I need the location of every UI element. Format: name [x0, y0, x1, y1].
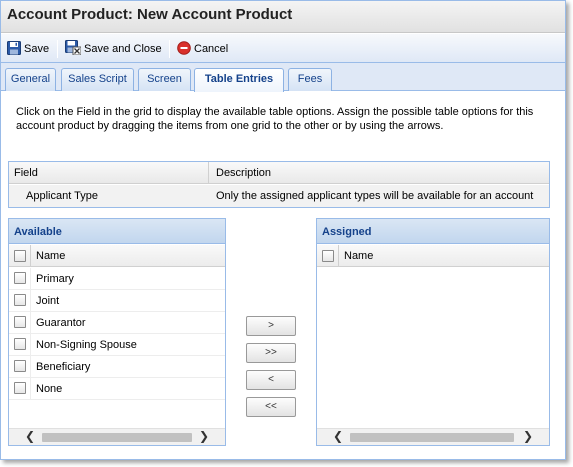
field-cell: Applicant Type [26, 190, 98, 202]
list-item-label: Primary [36, 273, 74, 285]
account-product-window: Account Product: New Account Product Sav… [0, 0, 566, 460]
cancel-icon [177, 40, 191, 58]
move-right-button[interactable]: > [246, 316, 296, 336]
column-divider [30, 378, 31, 400]
list-item-label: None [36, 383, 63, 395]
column-divider [30, 290, 31, 312]
field-grid: Field Description Applicant Type Only th… [8, 161, 550, 208]
scroll-left-icon[interactable]: ❮ [23, 430, 37, 444]
list-item-label: Beneficiary [36, 361, 91, 373]
toolbar-separator [57, 40, 58, 58]
column-divider [30, 312, 31, 334]
available-panel-title: Available [9, 219, 225, 244]
row-checkbox[interactable] [14, 294, 26, 306]
list-item[interactable]: Non-Signing Spouse [9, 334, 225, 356]
save-and-close-button[interactable]: Save and Close [65, 40, 162, 58]
field-grid-header: Field Description [9, 162, 549, 184]
name-column-header[interactable]: Name [344, 250, 373, 262]
row-checkbox[interactable] [14, 338, 26, 350]
name-column-header[interactable]: Name [36, 250, 65, 262]
title-bar: Account Product: New Account Product [1, 1, 565, 33]
row-checkbox[interactable] [14, 382, 26, 394]
tab-screen[interactable]: Screen [138, 68, 191, 91]
description-cell: Only the assigned applicant types will b… [216, 190, 534, 202]
field-column-header[interactable]: Field [9, 162, 209, 184]
select-all-checkbox[interactable] [322, 250, 334, 262]
assigned-column-header: Name [317, 245, 549, 267]
save-and-close-label: Save and Close [84, 43, 162, 55]
column-divider [338, 245, 339, 267]
list-item[interactable]: Joint [9, 290, 225, 312]
list-item-label: Joint [36, 295, 60, 307]
window-title: Account Product: New Account Product [7, 6, 293, 23]
list-item-label: Non-Signing Spouse [36, 339, 137, 351]
move-all-right-button[interactable]: >> [246, 343, 296, 363]
column-divider [30, 245, 31, 267]
row-checkbox[interactable] [14, 272, 26, 284]
column-divider [30, 356, 31, 378]
scroll-right-icon[interactable]: ❯ [521, 430, 535, 444]
save-button[interactable]: Save [7, 40, 50, 58]
move-left-button[interactable]: < [246, 370, 296, 390]
list-item-label: Guarantor [36, 317, 86, 329]
save-button-label: Save [24, 43, 50, 55]
assigned-panel: Assigned Name ❮ ❯ [316, 218, 550, 446]
move-all-left-button[interactable]: << [246, 397, 296, 417]
field-grid-row[interactable]: Applicant Type Only the assigned applica… [9, 185, 549, 207]
column-divider [30, 334, 31, 356]
select-all-checkbox[interactable] [14, 250, 26, 262]
tab-general[interactable]: General [5, 68, 56, 91]
save-close-icon [65, 40, 82, 58]
tab-table-entries[interactable]: Table Entries [194, 68, 284, 92]
horizontal-scrollbar[interactable]: ❮ ❯ [9, 428, 225, 445]
scroll-left-icon[interactable]: ❮ [331, 430, 345, 444]
column-divider [30, 268, 31, 290]
list-item[interactable]: Beneficiary [9, 356, 225, 378]
scrollbar-thumb[interactable] [350, 433, 514, 442]
instructions-text: Click on the Field in the grid to displa… [16, 106, 534, 132]
row-checkbox[interactable] [14, 360, 26, 372]
tab-strip: General Sales Script Screen Table Entrie… [1, 63, 565, 92]
cancel-button[interactable]: Cancel [177, 40, 229, 58]
toolbar-separator [169, 40, 170, 58]
list-item[interactable]: Primary [9, 268, 225, 290]
cancel-button-label: Cancel [194, 43, 229, 55]
tab-fees[interactable]: Fees [288, 68, 332, 91]
row-checkbox[interactable] [14, 316, 26, 328]
assigned-panel-title: Assigned [317, 219, 549, 244]
horizontal-scrollbar[interactable]: ❮ ❯ [317, 428, 549, 445]
toolbar: Save Save and Close Cancel [1, 34, 565, 63]
floppy-disk-icon [7, 40, 21, 58]
scrollbar-thumb[interactable] [42, 433, 192, 442]
scroll-right-icon[interactable]: ❯ [197, 430, 211, 444]
list-item[interactable]: None [9, 378, 225, 400]
available-column-header: Name [9, 245, 225, 267]
description-column-header[interactable]: Description [210, 162, 277, 184]
available-panel: Available Name Primary Joint Guarantor N… [8, 218, 226, 446]
tab-sales-script[interactable]: Sales Script [61, 68, 134, 91]
list-item[interactable]: Guarantor [9, 312, 225, 334]
